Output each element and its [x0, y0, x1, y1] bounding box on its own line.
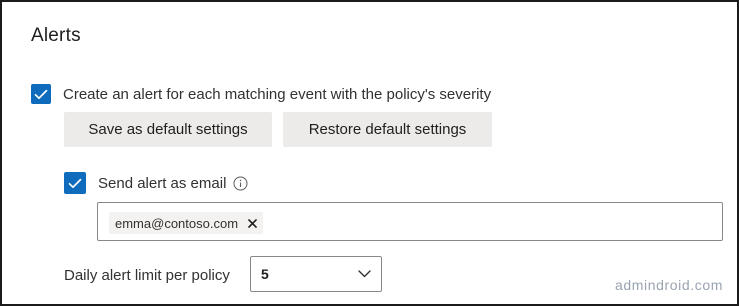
email-chip-label: emma@contoso.com	[115, 215, 239, 231]
restore-default-settings-button[interactable]: Restore default settings	[283, 112, 492, 147]
send-email-option[interactable]: Send alert as email	[64, 172, 248, 194]
alerts-panel: Alerts Create an alert for each matching…	[0, 0, 739, 306]
checkmark-icon	[68, 178, 82, 188]
checkmark-icon	[34, 89, 48, 99]
daily-limit-dropdown[interactable]: 5	[250, 256, 382, 292]
create-alert-label: Create an alert for each matching event …	[63, 85, 492, 103]
email-recipients-input[interactable]: emma@contoso.com	[97, 202, 723, 241]
create-alert-checkbox[interactable]	[31, 84, 51, 104]
save-default-settings-button[interactable]: Save as default settings	[64, 112, 272, 147]
create-alert-option[interactable]: Create an alert for each matching event …	[31, 84, 491, 104]
send-email-label: Send alert as email	[98, 174, 227, 192]
info-icon[interactable]	[233, 176, 248, 191]
close-icon[interactable]	[248, 218, 257, 228]
chevron-down-icon	[358, 265, 371, 283]
email-chip: emma@contoso.com	[109, 212, 264, 234]
send-email-checkbox[interactable]	[64, 172, 86, 194]
daily-limit-value: 5	[261, 266, 269, 282]
daily-limit-label: Daily alert limit per policy	[64, 267, 230, 284]
section-title: Alerts	[31, 25, 81, 46]
watermark: admindroid.com	[615, 277, 723, 293]
